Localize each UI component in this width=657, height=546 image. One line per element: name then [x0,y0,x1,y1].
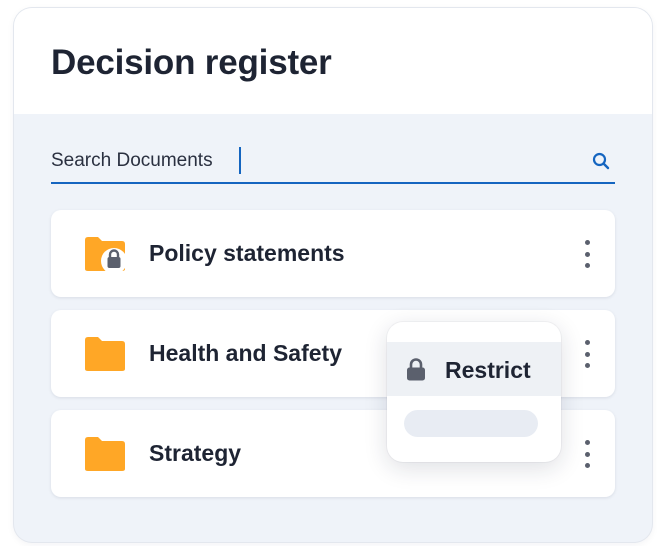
folder-locked-icon [85,237,127,272]
menu-item-placeholder [404,410,538,437]
more-options-icon[interactable] [581,440,593,468]
folder-row-policy-statements[interactable]: Policy statements [51,210,615,297]
search-input[interactable] [51,146,571,176]
folder-icon [85,337,125,371]
menu-item-label: Restrict [445,357,531,383]
decision-register-card: Decision register Policy statements Heal… [14,8,652,542]
text-cursor [239,147,241,174]
page-title: Decision register [51,43,332,82]
context-menu: Restrict [387,322,561,462]
folder-label: Policy statements [149,240,345,266]
folder-label: Strategy [149,440,242,466]
more-options-icon[interactable] [581,340,593,368]
folder-label: Health and Safety [149,340,342,366]
card-header: Decision register [14,8,652,114]
search-icon[interactable] [591,151,611,171]
lock-icon [407,358,425,381]
more-options-icon[interactable] [581,240,593,268]
menu-item-restrict[interactable]: Restrict [387,342,561,396]
search-bar [51,144,615,184]
folder-icon [85,437,125,471]
